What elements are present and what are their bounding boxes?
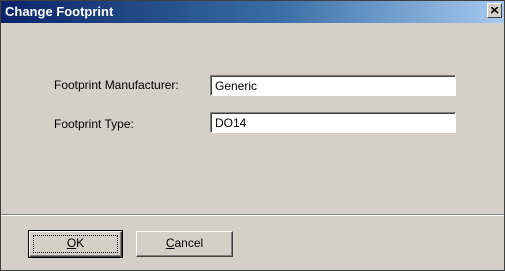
- ok-label: OK: [66, 236, 85, 250]
- ok-button[interactable]: OK: [28, 230, 123, 258]
- manufacturer-value: Generic: [215, 79, 258, 93]
- cancel-button[interactable]: Cancel: [136, 231, 233, 257]
- close-icon: [491, 7, 499, 14]
- title-bar[interactable]: Change Footprint: [1, 1, 504, 23]
- type-label: Footprint Type:: [54, 117, 134, 131]
- manufacturer-input[interactable]: Generic: [210, 75, 456, 96]
- close-button[interactable]: [487, 3, 502, 18]
- window-title: Change Footprint: [5, 4, 114, 19]
- type-value: DO14: [215, 116, 247, 130]
- manufacturer-label: Footprint Manufacturer:: [54, 78, 179, 92]
- cancel-label: Cancel: [165, 236, 204, 250]
- type-input[interactable]: DO14: [210, 112, 456, 133]
- change-footprint-dialog: Change Footprint Footprint Manufacturer:…: [0, 0, 505, 271]
- button-separator: [1, 214, 504, 216]
